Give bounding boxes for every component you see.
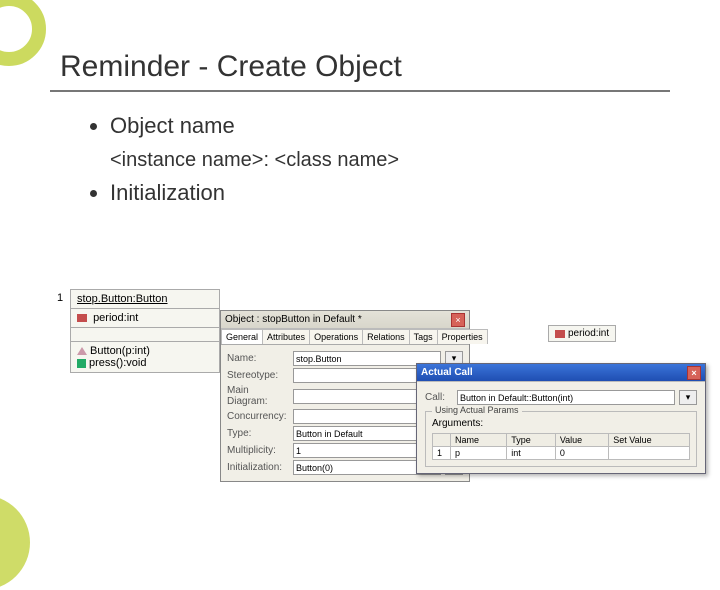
table-row: 1 p int 0 xyxy=(433,447,690,460)
table-header-row: Name Type Value Set Value xyxy=(433,434,690,447)
attribute-icon xyxy=(77,314,87,322)
call-label: Call: xyxy=(425,392,453,403)
period-attribute-snippet: period:int xyxy=(548,325,616,342)
cell-type[interactable]: int xyxy=(507,447,556,460)
col-type: Type xyxy=(507,434,556,447)
call-input[interactable] xyxy=(457,390,675,405)
object-dialog-titlebar[interactable]: Object : stopButton in Default * × xyxy=(221,311,469,329)
uml-object-card: 1 stop.Button:Button period:int Button(p… xyxy=(70,289,220,373)
concurrency-label: Concurrency: xyxy=(227,411,289,422)
cell-setvalue[interactable] xyxy=(609,447,690,460)
decorative-circle-bot xyxy=(0,495,30,590)
tab-tags[interactable]: Tags xyxy=(409,329,438,344)
bullet-item: Object name xyxy=(110,112,670,141)
args-table: Name Type Value Set Value 1 p int 0 xyxy=(432,433,690,460)
tab-operations[interactable]: Operations xyxy=(309,329,363,344)
tab-attributes[interactable]: Attributes xyxy=(262,329,310,344)
params-groupbox: Using Actual Params Arguments: Name Type… xyxy=(425,411,697,467)
bullet-list: Object name <instance name>: <class name… xyxy=(110,112,670,207)
object-dialog-title: Object : stopButton in Default * xyxy=(225,314,362,325)
dropdown-icon[interactable]: ▾ xyxy=(679,390,697,405)
bullet-item: <instance name>: <class name> xyxy=(110,147,670,173)
uml-attributes: period:int xyxy=(71,309,219,328)
uml-index: 1 xyxy=(57,292,63,304)
close-icon[interactable]: × xyxy=(687,366,701,380)
bullet-item: Initialization xyxy=(110,179,670,208)
actual-call-dialog: Actual Call × Call: ▾ Using Actual Param… xyxy=(416,363,706,474)
maindiagram-label: Main Diagram: xyxy=(227,385,289,407)
tab-general[interactable]: General xyxy=(221,329,263,344)
uml-operations: Button(p:int) press():void xyxy=(71,342,219,372)
uml-empty-section xyxy=(71,328,219,342)
dialog-tabs: General Attributes Operations Relations … xyxy=(221,329,469,345)
cell-name[interactable]: p xyxy=(451,447,507,460)
groupbox-legend: Using Actual Params xyxy=(432,405,522,415)
col-setvalue: Set Value xyxy=(609,434,690,447)
uml-op: press():void xyxy=(89,357,146,369)
cell-idx: 1 xyxy=(433,447,451,460)
col-value: Value xyxy=(555,434,608,447)
initialization-label: Initialization: xyxy=(227,462,289,473)
actual-call-titlebar[interactable]: Actual Call × xyxy=(417,364,705,382)
name-label: Name: xyxy=(227,353,289,364)
constructor-icon xyxy=(77,347,87,355)
close-icon[interactable]: × xyxy=(451,313,465,327)
uml-op: Button(p:int) xyxy=(90,345,150,357)
slide-title: Reminder - Create Object xyxy=(60,50,670,84)
col-idx xyxy=(433,434,451,447)
title-underline xyxy=(50,90,670,92)
attribute-icon xyxy=(555,330,565,338)
args-label: Arguments: xyxy=(432,418,690,429)
uml-object-name: stop.Button:Button xyxy=(77,293,168,305)
col-name: Name xyxy=(451,434,507,447)
uml-attr: period:int xyxy=(93,312,138,324)
tab-properties[interactable]: Properties xyxy=(437,329,488,344)
type-label: Type: xyxy=(227,428,289,439)
cell-value[interactable]: 0 xyxy=(555,447,608,460)
actual-call-title: Actual Call xyxy=(421,367,473,378)
method-icon xyxy=(77,359,86,368)
tab-relations[interactable]: Relations xyxy=(362,329,410,344)
period-text: period:int xyxy=(568,328,609,339)
multiplicity-label: Multiplicity: xyxy=(227,445,289,456)
stereotype-label: Stereotype: xyxy=(227,370,289,381)
uml-header: stop.Button:Button xyxy=(71,290,219,309)
